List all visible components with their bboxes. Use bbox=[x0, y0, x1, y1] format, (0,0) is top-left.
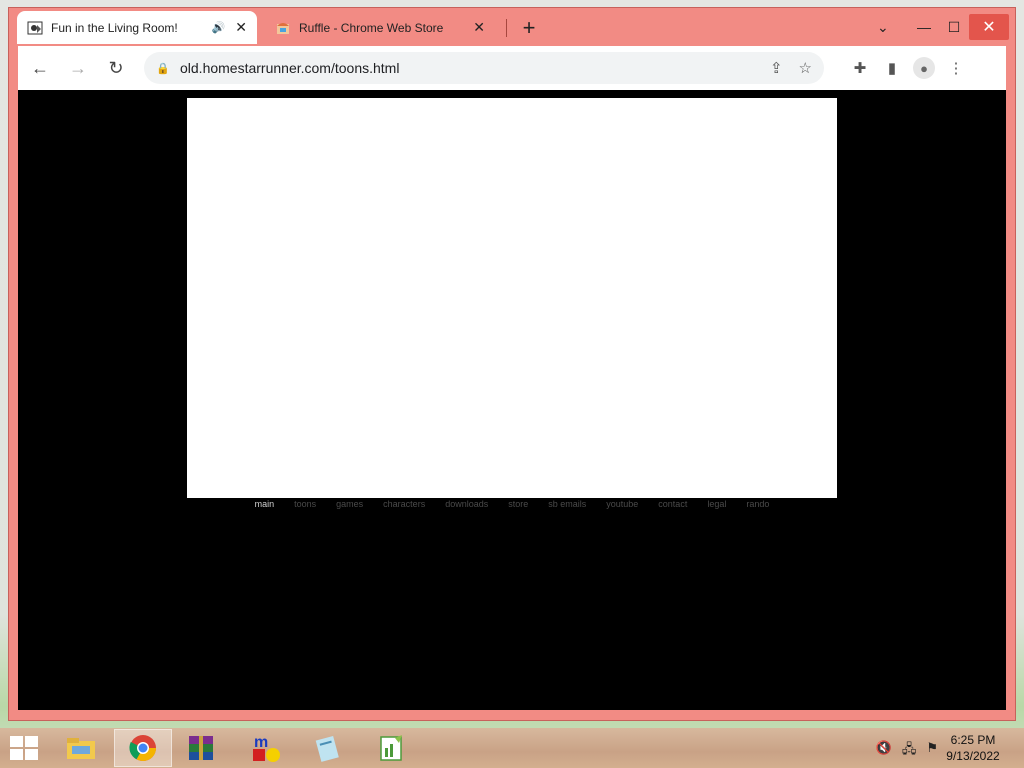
tab-separator bbox=[506, 19, 507, 37]
winrar-icon[interactable] bbox=[172, 729, 230, 767]
close-tab-icon[interactable]: ✕ bbox=[473, 19, 485, 36]
clock-date: 9/13/2022 bbox=[946, 749, 1000, 763]
site-navigation: main toons games characters downloads st… bbox=[187, 499, 837, 513]
tab-fun-in-the-living-room[interactable]: Fun in the Living Room! 🔊 ✕ bbox=[17, 11, 257, 44]
nav-link-store[interactable]: store bbox=[508, 499, 528, 513]
notepadpp-icon[interactable] bbox=[362, 729, 420, 767]
notepad-icon[interactable] bbox=[298, 729, 356, 767]
forward-icon[interactable]: → bbox=[62, 52, 94, 84]
tab-title: Ruffle - Chrome Web Store bbox=[299, 20, 444, 35]
nav-link-legal[interactable]: legal bbox=[707, 499, 726, 513]
nav-link-contact[interactable]: contact bbox=[658, 499, 687, 513]
homestar-icon bbox=[27, 20, 43, 36]
page-viewport: main toons games characters downloads st… bbox=[18, 90, 1006, 710]
side-panel-icon[interactable]: ▮ bbox=[876, 52, 908, 84]
menu-kebab-icon[interactable]: ⋮ bbox=[940, 52, 972, 84]
audio-playing-icon[interactable]: 🔊 bbox=[212, 21, 226, 34]
url-text[interactable]: old.homestarrunner.com/toons.html bbox=[180, 60, 754, 76]
file-explorer-icon[interactable] bbox=[52, 729, 110, 767]
extensions-puzzle-icon[interactable]: ✚ bbox=[844, 52, 876, 84]
network-icon[interactable]: 🖧 bbox=[902, 740, 917, 762]
browser-toolbar: ← → ↻ 🔒 old.homestarrunner.com/toons.htm… bbox=[18, 46, 1006, 90]
volume-muted-icon[interactable]: 🔇 bbox=[876, 740, 892, 762]
profile-button[interactable]: ● bbox=[908, 52, 940, 84]
nav-link-youtube[interactable]: youtube bbox=[606, 499, 638, 513]
taskbar: m 🔇 🖧 ⚑ 6:25 PM 9/13/2022 bbox=[0, 728, 1024, 768]
address-bar[interactable]: 🔒 old.homestarrunner.com/toons.html ⇪ ☆ bbox=[144, 52, 824, 84]
chrome-icon[interactable] bbox=[114, 729, 172, 767]
avatar: ● bbox=[913, 57, 935, 79]
action-center-flag-icon[interactable]: ⚑ bbox=[926, 740, 938, 762]
taskbar-clock[interactable]: 6:25 PM 9/13/2022 bbox=[938, 732, 1008, 764]
share-icon[interactable]: ⇪ bbox=[770, 59, 783, 77]
windows-start-icon[interactable] bbox=[10, 736, 38, 760]
nav-link-toons[interactable]: toons bbox=[294, 499, 316, 513]
tab-search-chevron-icon[interactable]: ⌄ bbox=[877, 19, 889, 36]
close-tab-icon[interactable]: ✕ bbox=[235, 19, 247, 36]
nav-link-main[interactable]: main bbox=[255, 499, 275, 513]
nav-link-sb-emails[interactable]: sb emails bbox=[548, 499, 586, 513]
bookmark-star-icon[interactable]: ☆ bbox=[799, 59, 812, 77]
lock-icon[interactable]: 🔒 bbox=[156, 62, 170, 75]
reload-icon[interactable]: ↻ bbox=[100, 52, 132, 84]
clock-time: 6:25 PM bbox=[950, 733, 996, 747]
tab-strip: Fun in the Living Room! 🔊 ✕ Ruffle - Chr… bbox=[17, 11, 997, 45]
nav-link-rando[interactable]: rando bbox=[746, 499, 769, 513]
nav-link-games[interactable]: games bbox=[336, 499, 363, 513]
tab-ruffle-chrome-web-store[interactable]: Ruffle - Chrome Web Store ✕ bbox=[265, 11, 495, 44]
flash-player-area[interactable] bbox=[187, 98, 837, 498]
mirc-icon[interactable]: m bbox=[238, 729, 296, 767]
nav-link-downloads[interactable]: downloads bbox=[445, 499, 488, 513]
ruffle-icon bbox=[275, 20, 291, 36]
svg-text:m: m bbox=[254, 734, 268, 751]
new-tab-button[interactable]: + bbox=[517, 15, 541, 41]
system-tray: 🔇 🖧 ⚑ bbox=[876, 740, 938, 762]
nav-link-characters[interactable]: characters bbox=[383, 499, 425, 513]
back-icon[interactable]: ← bbox=[24, 52, 56, 84]
tab-title: Fun in the Living Room! bbox=[51, 20, 178, 35]
